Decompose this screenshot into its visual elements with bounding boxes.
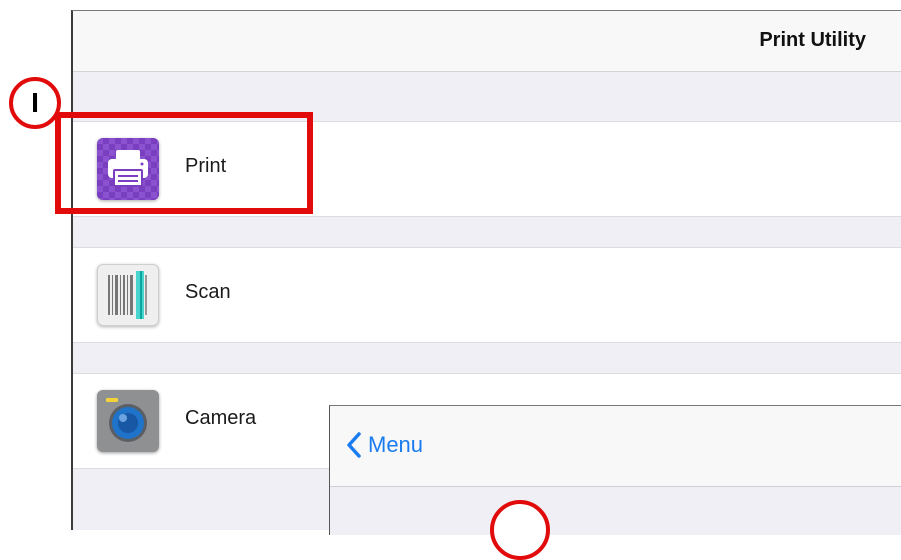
back-button-label: Menu [368,432,424,457]
step-callout-1: I [9,77,61,129]
page-title: Print Utility [759,29,866,51]
menu-item-scan[interactable]: Scan [73,247,901,343]
menu-item-label: Camera [185,407,257,429]
step-callout-2-partial [490,500,550,560]
overlay-body [330,487,901,535]
scanner-icon [97,264,159,326]
back-button[interactable]: Menu [346,432,423,458]
chevron-left-icon [347,432,361,458]
menu-item-label: Scan [185,281,231,303]
highlight-box-print [55,112,313,214]
overlay-screen: Menu [329,405,901,535]
camera-icon [97,390,159,452]
navigation-bar: Print Utility [73,11,901,72]
